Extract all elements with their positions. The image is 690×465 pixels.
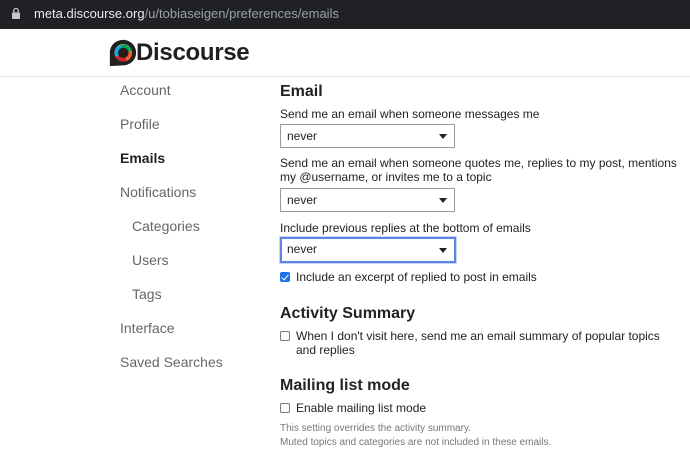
mailing-list-heading: Mailing list mode [280, 377, 410, 394]
email-section-heading: Email [280, 83, 323, 100]
mailing-list-label: Enable mailing list mode [296, 401, 427, 415]
logo-wordmark: Discourse [136, 39, 250, 66]
nav-item-emails[interactable]: Emails [120, 150, 165, 166]
nav-item-account[interactable]: Account [120, 82, 171, 98]
quotes-label-line-1: Send me an email when someone quotes me,… [280, 156, 677, 170]
nav-item-saved-searches[interactable]: Saved Searches [120, 354, 223, 370]
quotes-select-value: never [287, 193, 318, 207]
chevron-down-icon [439, 134, 447, 139]
address-url[interactable]: meta.discourse.org/u/tobiaseigen/prefere… [34, 6, 339, 21]
lock-icon [11, 7, 21, 20]
nav-item-profile[interactable]: Profile [120, 116, 160, 132]
nav-item-users[interactable]: Users [132, 252, 169, 268]
messages-email-select[interactable]: never [280, 124, 455, 148]
previous-replies-select-value: never [287, 242, 318, 256]
mailing-list-checkbox[interactable] [280, 403, 290, 413]
previous-replies-label: Include previous replies at the bottom o… [280, 221, 531, 235]
chevron-down-icon [439, 198, 447, 203]
activity-summary-label: When I don't visit here, send me an emai… [296, 329, 660, 357]
activity-summary-option[interactable]: When I don't visit here, send me an emai… [280, 329, 660, 357]
quotes-label-line-2: my @username, or invites me to a topic [280, 170, 492, 184]
activity-summary-checkbox[interactable] [280, 331, 290, 341]
mailing-list-option[interactable]: Enable mailing list mode [280, 401, 426, 415]
discourse-logo-icon [109, 39, 137, 67]
activity-summary-label-line-1: When I don't visit here, send me an emai… [296, 329, 660, 343]
mailing-list-help-2: Muted topics and categories are not incl… [280, 437, 552, 448]
nav-item-tags[interactable]: Tags [132, 286, 162, 302]
activity-summary-label-line-2: and replies [296, 343, 355, 357]
nav-item-categories[interactable]: Categories [132, 218, 200, 234]
url-path: /u/tobiaseigen/preferences/emails [144, 6, 339, 21]
site-header: Discourse [0, 29, 690, 77]
previous-replies-select[interactable]: never [280, 237, 456, 263]
excerpt-option[interactable]: Include an excerpt of replied to post in… [280, 270, 537, 284]
nav-item-interface[interactable]: Interface [120, 320, 174, 336]
excerpt-label: Include an excerpt of replied to post in… [296, 270, 537, 284]
mailing-list-help-1: This setting overrides the activity summ… [280, 423, 471, 434]
activity-summary-heading: Activity Summary [280, 305, 416, 322]
messages-select-value: never [287, 129, 318, 143]
quotes-email-select[interactable]: never [280, 188, 455, 212]
chevron-down-icon [439, 248, 447, 253]
excerpt-checkbox[interactable] [280, 272, 290, 282]
browser-address-bar[interactable]: meta.discourse.org/u/tobiaseigen/prefere… [0, 0, 690, 29]
nav-item-notifications[interactable]: Notifications [120, 184, 196, 200]
url-host: meta.discourse.org [34, 6, 145, 21]
messages-label: Send me an email when someone messages m… [280, 107, 540, 121]
site-logo[interactable]: Discourse [108, 35, 250, 71]
